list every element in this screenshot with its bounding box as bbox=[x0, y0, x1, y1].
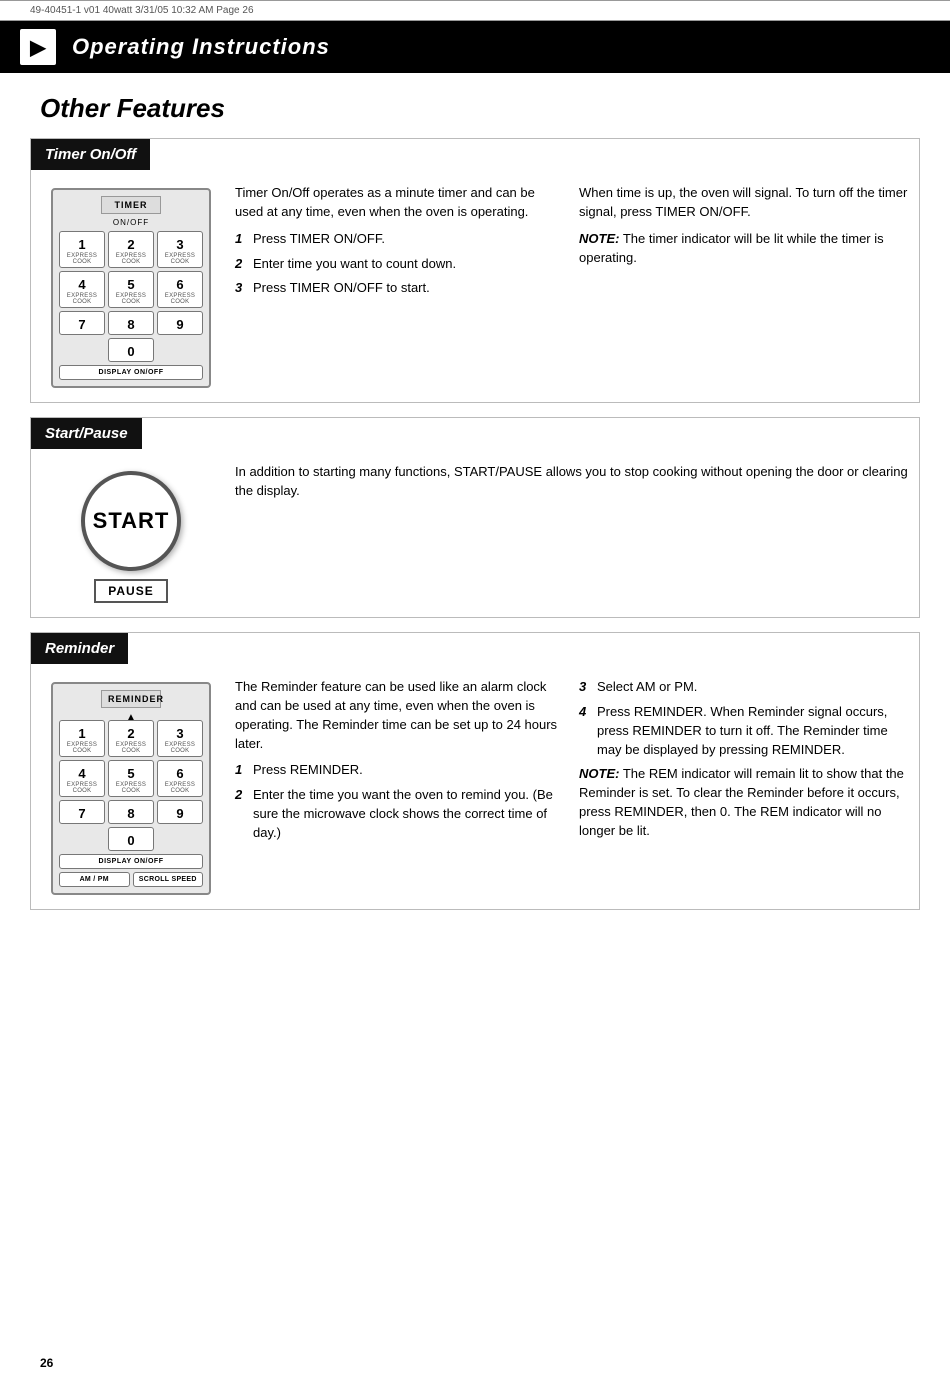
timer-step1-num: 1 bbox=[235, 230, 249, 249]
section-icon: ▶ bbox=[20, 29, 56, 65]
reminder-step-3: 3 Select AM or PM. bbox=[579, 678, 909, 697]
timer-section-header: Timer On/Off bbox=[31, 139, 150, 170]
timer-body: TIMER ON/OFF 1EXPRESS COOK 2EXPRESS COOK… bbox=[31, 170, 919, 402]
reminder-extra-buttons: AM / PM SCROLL SPEED bbox=[59, 872, 203, 887]
start-pause-body: START PAUSE In addition to starting many… bbox=[31, 449, 919, 617]
timer-key-0: 0 bbox=[108, 338, 154, 362]
timer-step1-text: Press TIMER ON/OFF. bbox=[253, 230, 565, 249]
reminder-keypad: REMINDER ▲ 1EXPRESS COOK 2EXPRESS COOK 3… bbox=[51, 682, 211, 895]
reminder-text-col1: The Reminder feature can be used like an… bbox=[235, 678, 565, 895]
timer-text-col2: When time is up, the oven will signal. T… bbox=[579, 184, 909, 388]
reminder-body: REMINDER ▲ 1EXPRESS COOK 2EXPRESS COOK 3… bbox=[31, 664, 919, 909]
reminder-scroll-btn: SCROLL SPEED bbox=[133, 872, 204, 887]
reminder-text-col2: 3 Select AM or PM. 4 Press REMINDER. Whe… bbox=[579, 678, 909, 895]
start-pause-header: Start/Pause bbox=[31, 418, 142, 449]
timer-key-9: 9 bbox=[157, 311, 203, 335]
timer-step3-text: Press TIMER ON/OFF to start. bbox=[253, 279, 565, 298]
reminder-note-text: The REM indicator will remain lit to sho… bbox=[579, 766, 904, 838]
timer-step-3: 3 Press TIMER ON/OFF to start. bbox=[235, 279, 565, 298]
timer-key-8: 8 bbox=[108, 311, 154, 335]
timer-col2-text: When time is up, the oven will signal. T… bbox=[579, 184, 909, 222]
reminder-key-2: 2EXPRESS COOK bbox=[108, 720, 154, 757]
reminder-key-1: 1EXPRESS COOK bbox=[59, 720, 105, 757]
reminder-heading: Reminder bbox=[45, 640, 114, 657]
reminder-display-btn: DISPLAY ON/OFF bbox=[59, 854, 203, 869]
reminder-step-1: 1 Press REMINDER. bbox=[235, 761, 565, 780]
start-pause-heading: Start/Pause bbox=[45, 425, 128, 442]
timer-display-btn: DISPLAY ON/OFF bbox=[59, 365, 203, 380]
reminder-key-6: 6EXPRESS COOK bbox=[157, 760, 203, 797]
reminder-step3-num: 3 bbox=[579, 678, 593, 697]
timer-step3-num: 3 bbox=[235, 279, 249, 298]
start-pause-text: In addition to starting many functions, … bbox=[235, 463, 909, 501]
page-number: 26 bbox=[40, 1356, 53, 1370]
reminder-zero-row: 0 bbox=[59, 827, 203, 851]
timer-step2-text: Enter time you want to count down. bbox=[253, 255, 565, 274]
file-info-bar: 49-40451-1 v01 40watt 3/31/05 10:32 AM P… bbox=[0, 0, 950, 21]
reminder-section-header: Reminder bbox=[31, 633, 128, 664]
timer-step-1: 1 Press TIMER ON/OFF. bbox=[235, 230, 565, 249]
timer-key-grid: 1EXPRESS COOK 2EXPRESS COOK 3EXPRESS COO… bbox=[59, 231, 203, 335]
page-header: ▶ Operating Instructions bbox=[0, 21, 950, 73]
start-pause-section: Start/Pause START PAUSE In addition to s… bbox=[30, 417, 920, 618]
reminder-key-grid: 1EXPRESS COOK 2EXPRESS COOK 3EXPRESS COO… bbox=[59, 720, 203, 824]
reminder-step4-text: Press REMINDER. When Reminder signal occ… bbox=[597, 703, 909, 760]
reminder-keypad-label: REMINDER bbox=[101, 690, 161, 708]
reminder-step2-text: Enter the time you want the oven to remi… bbox=[253, 786, 565, 843]
timer-key-7: 7 bbox=[59, 311, 105, 335]
pause-label: PAUSE bbox=[94, 579, 167, 603]
timer-key-1: 1EXPRESS COOK bbox=[59, 231, 105, 268]
reminder-step3-text: Select AM or PM. bbox=[597, 678, 909, 697]
start-pause-visual: START PAUSE bbox=[41, 463, 221, 603]
reminder-step2-num: 2 bbox=[235, 786, 249, 843]
page-title: Operating Instructions bbox=[72, 34, 330, 60]
reminder-arrow: ▲ bbox=[59, 712, 203, 718]
reminder-intro: The Reminder feature can be used like an… bbox=[235, 678, 565, 753]
timer-step-2: 2 Enter time you want to count down. bbox=[235, 255, 565, 274]
reminder-key-8: 8 bbox=[108, 800, 154, 824]
timer-key-2: 2EXPRESS COOK bbox=[108, 231, 154, 268]
timer-zero-row: 0 bbox=[59, 338, 203, 362]
reminder-ampm-btn: AM / PM bbox=[59, 872, 130, 887]
reminder-step1-text: Press REMINDER. bbox=[253, 761, 565, 780]
timer-key-3: 3EXPRESS COOK bbox=[157, 231, 203, 268]
timer-key-5: 5EXPRESS COOK bbox=[108, 271, 154, 308]
start-button: START bbox=[81, 471, 181, 571]
reminder-key-9: 9 bbox=[157, 800, 203, 824]
timer-note: NOTE: The timer indicator will be lit wh… bbox=[579, 230, 909, 268]
timer-key-4: 4EXPRESS COOK bbox=[59, 271, 105, 308]
timer-note-label: NOTE: bbox=[579, 231, 619, 246]
timer-heading: Timer On/Off bbox=[45, 146, 136, 163]
reminder-note: NOTE: The REM indicator will remain lit … bbox=[579, 765, 909, 840]
reminder-keypad-area: REMINDER ▲ 1EXPRESS COOK 2EXPRESS COOK 3… bbox=[41, 678, 221, 895]
reminder-key-4: 4EXPRESS COOK bbox=[59, 760, 105, 797]
reminder-section: Reminder REMINDER ▲ 1EXPRESS COOK 2EXPRE… bbox=[30, 632, 920, 910]
timer-intro: Timer On/Off operates as a minute timer … bbox=[235, 184, 565, 222]
reminder-step-4: 4 Press REMINDER. When Reminder signal o… bbox=[579, 703, 909, 760]
reminder-key-5: 5EXPRESS COOK bbox=[108, 760, 154, 797]
timer-key-6: 6EXPRESS COOK bbox=[157, 271, 203, 308]
reminder-step-2: 2 Enter the time you want the oven to re… bbox=[235, 786, 565, 843]
timer-text-col1: Timer On/Off operates as a minute timer … bbox=[235, 184, 565, 388]
timer-step2-num: 2 bbox=[235, 255, 249, 274]
reminder-key-0: 0 bbox=[108, 827, 154, 851]
timer-keypad-sublabel: ON/OFF bbox=[59, 218, 203, 227]
reminder-note-label: NOTE: bbox=[579, 766, 619, 781]
reminder-key-3: 3EXPRESS COOK bbox=[157, 720, 203, 757]
file-info-text: 49-40451-1 v01 40watt 3/31/05 10:32 AM P… bbox=[30, 5, 254, 16]
timer-keypad-label: TIMER bbox=[101, 196, 161, 214]
reminder-step4-num: 4 bbox=[579, 703, 593, 760]
timer-section: Timer On/Off TIMER ON/OFF 1EXPRESS COOK … bbox=[30, 138, 920, 403]
timer-note-text: The timer indicator will be lit while th… bbox=[579, 231, 884, 265]
timer-keypad: TIMER ON/OFF 1EXPRESS COOK 2EXPRESS COOK… bbox=[51, 188, 211, 388]
main-section-title: Other Features bbox=[40, 93, 910, 124]
reminder-step1-num: 1 bbox=[235, 761, 249, 780]
timer-keypad-area: TIMER ON/OFF 1EXPRESS COOK 2EXPRESS COOK… bbox=[41, 184, 221, 388]
reminder-key-7: 7 bbox=[59, 800, 105, 824]
start-pause-text-col: In addition to starting many functions, … bbox=[235, 463, 909, 603]
